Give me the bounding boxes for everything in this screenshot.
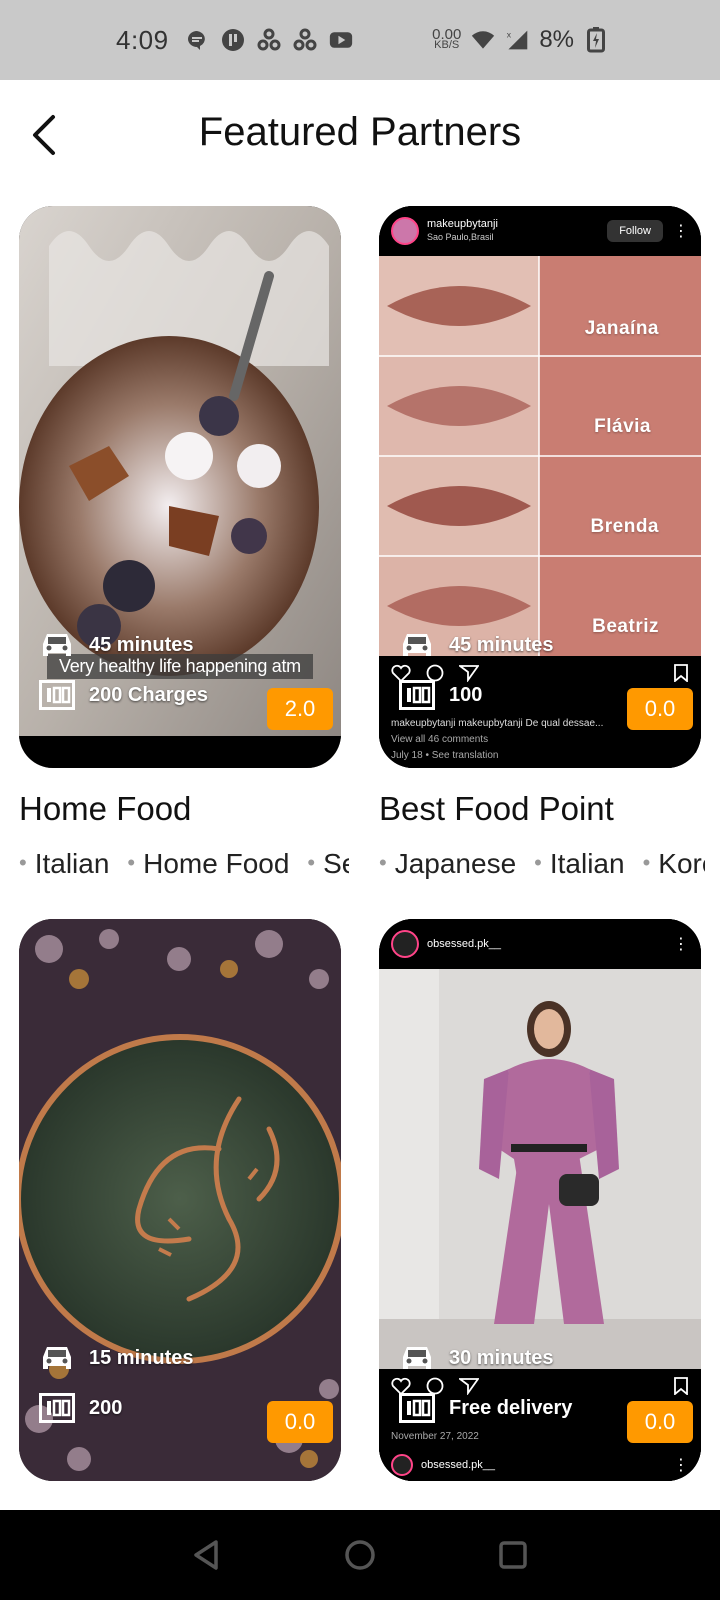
rating-badge: 0.0: [627, 688, 693, 730]
shade-label: Flávia: [594, 416, 651, 437]
cuisine-tag: Japanese: [379, 848, 516, 879]
more-vert-icon: ⋮: [673, 1457, 689, 1474]
delivery-time: 30 minutes: [399, 1343, 553, 1373]
ig-comments: View all 46 comments: [391, 734, 489, 745]
pocket-icon: [221, 28, 245, 52]
status-time: 4:09: [116, 24, 169, 55]
chat-bubble-icon: [185, 28, 209, 52]
shade-label: Beatriz: [592, 616, 659, 637]
delivery-time: 45 minutes: [39, 630, 193, 660]
partner-name[interactable]: Home Food: [19, 790, 191, 828]
recycle-icon: [293, 28, 317, 52]
delivery-charges: 200 Charges: [39, 680, 208, 710]
follow-button: Follow: [607, 220, 663, 242]
cuisine-tag: Seafood: [307, 848, 349, 879]
cuisine-tag: Italian: [534, 848, 624, 879]
charges-icon: [39, 1393, 75, 1423]
rating-badge: 0.0: [267, 1401, 333, 1443]
avatar: [391, 1454, 413, 1476]
rating-badge: 0.0: [627, 1401, 693, 1443]
page-title: Featured Partners: [198, 110, 522, 154]
avatar: [391, 930, 419, 958]
partner-card-best-food-point[interactable]: makeupbytanji Sao Paulo,Brasil Follow ⋮ …: [379, 206, 701, 768]
notification-icons: [185, 28, 353, 52]
svg-text:x: x: [507, 29, 512, 39]
nav-back-button[interactable]: [177, 1525, 237, 1585]
cuisine-tags: Italian Home Food Seafood: [19, 848, 349, 888]
recents-square-icon: [499, 1541, 528, 1569]
back-triangle-icon: [193, 1540, 218, 1570]
recycle-icon: [257, 28, 281, 52]
bookmark-icon: [674, 1377, 688, 1395]
cuisine-tags: Japanese Italian Korean: [379, 848, 705, 888]
car-icon: [39, 1343, 75, 1373]
shade-label: Janaína: [584, 318, 659, 339]
cuisine-tag: Korean: [643, 848, 705, 879]
ig-post-header: makeupbytanji Sao Paulo,Brasil Follow ⋮: [379, 206, 701, 256]
partner-card[interactable]: obsessed.pk__ ⋮ November 27, 2022 obsess…: [379, 919, 701, 1481]
signal-icon: x: [505, 28, 529, 52]
cuisine-tag: Italian: [19, 848, 109, 879]
nav-recents-button[interactable]: [483, 1525, 543, 1585]
system-nav-bar: [0, 1510, 720, 1600]
ig-date: July 18 • See translation: [391, 750, 499, 761]
cuisine-tag: Home Food: [127, 848, 289, 879]
nav-home-button[interactable]: [330, 1525, 390, 1585]
delivery-charges: 100: [399, 680, 482, 710]
partner-name[interactable]: Best Food Point: [379, 790, 614, 828]
battery-charging-icon: [584, 27, 608, 53]
delivery-charges: 200: [39, 1393, 122, 1423]
charges-icon: [399, 1393, 435, 1423]
ig-username: obsessed.pk__: [427, 937, 501, 950]
charges-icon: [39, 680, 75, 710]
shade-label: Brenda: [590, 516, 659, 537]
delivery-charges: Free delivery: [399, 1393, 572, 1423]
charges-icon: [399, 680, 435, 710]
page-header: Featured Partners: [0, 90, 720, 180]
delivery-time: 15 minutes: [39, 1343, 193, 1373]
youtube-icon: [329, 28, 353, 52]
ig-post-header: obsessed.pk__ ⋮: [379, 919, 701, 969]
avatar: [391, 217, 419, 245]
ig-username: makeupbytanji Sao Paulo,Brasil: [427, 218, 498, 242]
home-circle-icon: [345, 1540, 375, 1570]
rating-badge: 2.0: [267, 688, 333, 730]
partner-card[interactable]: 15 minutes 200 0.0: [19, 919, 341, 1481]
more-vert-icon: ⋮: [673, 936, 689, 953]
battery-percent: 8%: [539, 26, 574, 53]
more-vert-icon: ⋮: [673, 223, 689, 240]
status-bar: 4:09 0.00 KB/S x 8%: [0, 0, 720, 80]
car-icon: [399, 1343, 435, 1373]
partner-card-home-food[interactable]: Very healthy life happening atm 45 minut…: [19, 206, 341, 768]
wifi-icon: [471, 28, 495, 52]
delivery-time: 45 minutes: [399, 630, 553, 660]
car-icon: [399, 630, 435, 660]
bookmark-icon: [674, 664, 688, 682]
ig-next-post-header: obsessed.pk__ ⋮: [379, 1449, 701, 1481]
car-icon: [39, 630, 75, 660]
network-speed: 0.00 KB/S: [432, 26, 462, 51]
